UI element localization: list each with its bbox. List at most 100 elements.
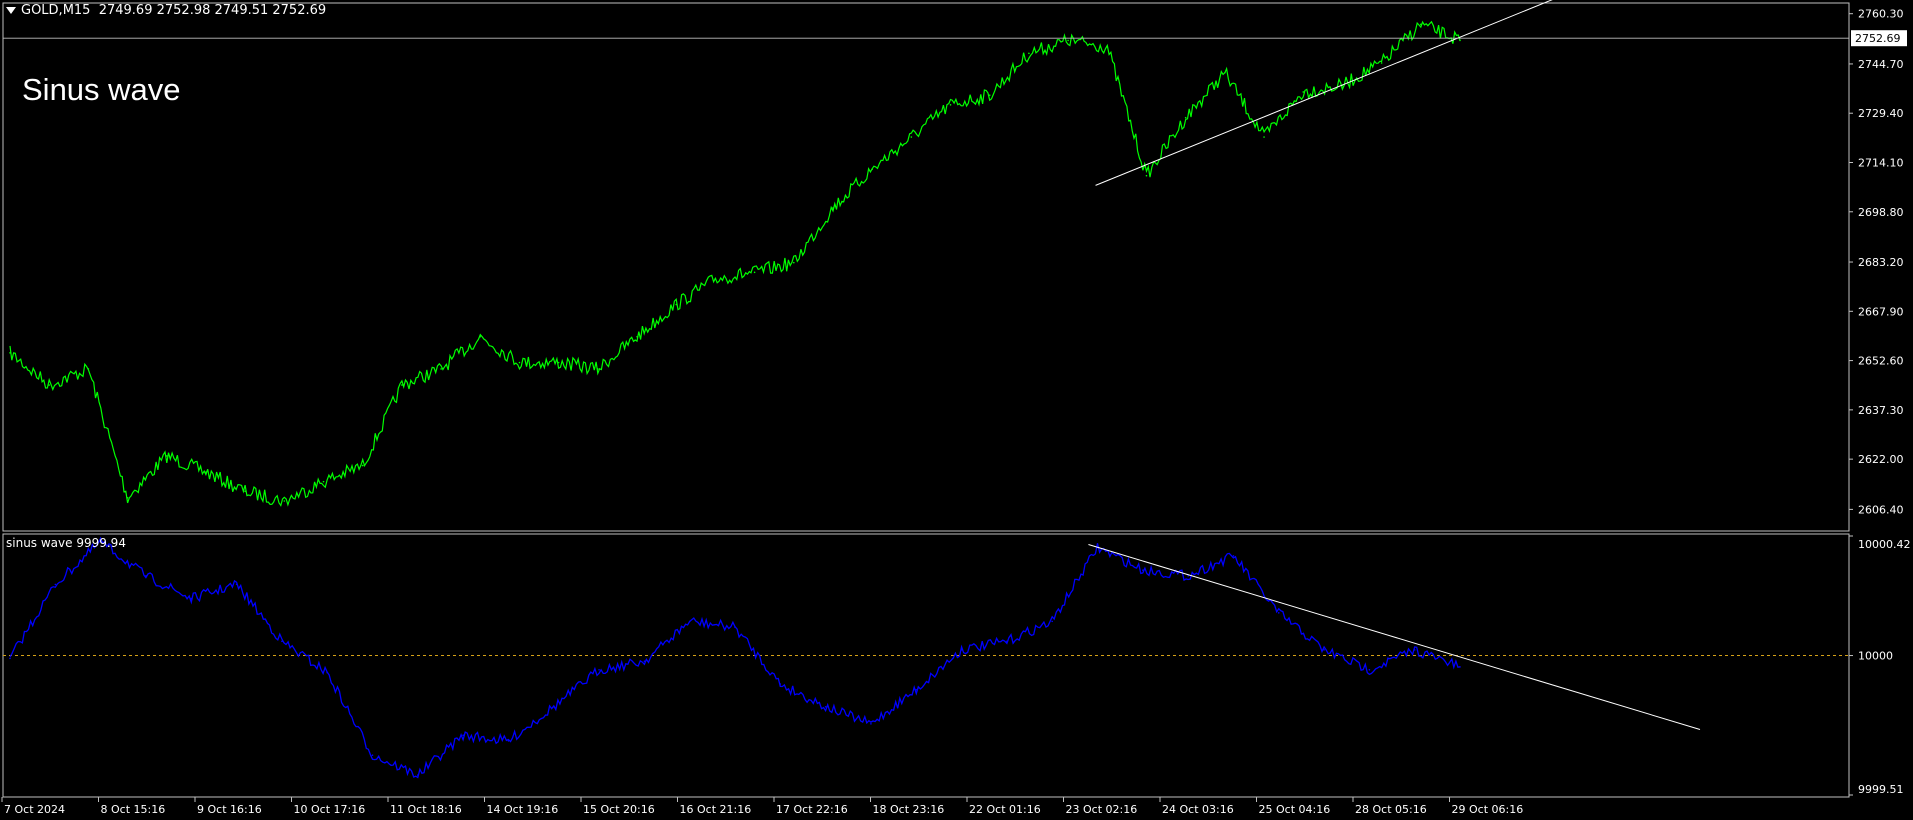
price-point [557, 361, 560, 364]
price-y-tick-label: 2729.40 [1858, 107, 1904, 120]
ohlc-values: 2749.69 2752.98 2749.51 2752.69 [98, 3, 327, 18]
price-point [1184, 116, 1187, 119]
x-tick-label: 28 Oct 05:16 [1355, 803, 1427, 816]
indicator-point [145, 575, 147, 577]
price-y-tick-label: 2667.90 [1858, 305, 1904, 318]
indicator-point [1413, 649, 1416, 651]
symbol-label: GOLD,M15 [21, 3, 91, 18]
indicator-point [54, 583, 57, 586]
indicator-y-tick-label: 10000 [1858, 650, 1893, 663]
chart-background [0, 0, 1913, 820]
price-y-tick-label: 2698.80 [1858, 206, 1904, 219]
price-y-tick-label: 2652.60 [1858, 355, 1904, 368]
price-point [1145, 174, 1148, 177]
indicator-point [507, 740, 510, 742]
price-point [910, 136, 913, 138]
price-point [1380, 62, 1383, 64]
price-y-tick-label: 2760.30 [1858, 8, 1904, 21]
collapse-triangle-icon[interactable] [6, 7, 16, 14]
indicator-point [598, 668, 600, 671]
indicator-point [734, 626, 736, 628]
price-point [597, 368, 599, 370]
indicator-point [1006, 640, 1008, 643]
price-point [361, 464, 364, 467]
price-point [636, 335, 638, 338]
indicator-y-tick-label: 9999.51 [1858, 783, 1904, 796]
indicator-point [462, 734, 464, 737]
price-y-tick-label: 2606.40 [1858, 503, 1904, 516]
price-point [322, 480, 325, 483]
indicator-point [1051, 620, 1053, 623]
x-tick-label: 22 Oct 01:16 [969, 803, 1041, 816]
price-y-tick-label: 2683.20 [1858, 256, 1904, 269]
x-tick-label: 25 Oct 04:16 [1259, 803, 1331, 816]
price-point [1224, 71, 1226, 74]
indicator-point [824, 705, 827, 708]
indicator-point [1232, 555, 1235, 557]
price-point [9, 352, 11, 354]
x-tick-label: 17 Oct 22:16 [776, 803, 848, 816]
indicator-point [190, 597, 193, 600]
price-y-tick-label: 2622.00 [1858, 453, 1904, 466]
indicator-point [779, 683, 782, 685]
indicator-point [643, 660, 646, 663]
x-tick-label: 23 Oct 02:16 [1066, 803, 1138, 816]
indicator-point [552, 705, 555, 708]
price-point [244, 490, 246, 493]
indicator-point [1323, 649, 1325, 651]
indicator-point [235, 583, 238, 586]
x-tick-label: 14 Oct 19:16 [487, 803, 559, 816]
price-point [832, 207, 834, 209]
price-point [205, 471, 207, 473]
indicator-point [1142, 569, 1144, 571]
x-tick-label: 18 Oct 23:16 [873, 803, 945, 816]
price-point [714, 277, 717, 280]
price-point [1420, 23, 1422, 26]
price-point [675, 303, 678, 306]
price-point [753, 271, 756, 274]
indicator-y-tick-label: 10000.42 [1858, 538, 1911, 551]
price-point [479, 335, 482, 338]
x-tick-label: 15 Oct 20:16 [583, 803, 655, 816]
x-tick-label: 9 Oct 16:16 [197, 803, 262, 816]
x-tick-label: 8 Oct 15:16 [101, 803, 166, 816]
indicator-point [1459, 666, 1461, 668]
indicator-point [326, 671, 328, 674]
x-tick-label: 11 Oct 18:16 [390, 803, 462, 816]
price-point [1106, 46, 1109, 48]
indicator-point [281, 640, 283, 643]
x-tick-label: 7 Oct 2024 [4, 803, 65, 816]
price-point [48, 384, 50, 386]
indicator-point [1368, 668, 1371, 671]
price-y-tick-label: 2744.70 [1858, 58, 1904, 71]
price-point [1302, 91, 1305, 93]
indicator-point [9, 657, 11, 660]
chart-overlay-title: Sinus wave [22, 72, 181, 107]
indicator-label: sinus wave 9999.94 [6, 536, 126, 550]
price-point [440, 368, 442, 370]
indicator-point [870, 723, 872, 725]
price-point [87, 368, 90, 370]
price-point [871, 168, 873, 171]
price-point [165, 455, 168, 457]
price-y-tick-label: 2637.30 [1858, 404, 1904, 417]
price-point [126, 496, 129, 499]
indicator-point [371, 754, 374, 756]
indicator-point [960, 649, 963, 651]
price-point [1459, 39, 1461, 42]
current-price-label: 2752.69 [1855, 32, 1901, 45]
price-point [1067, 39, 1069, 42]
price-point [283, 500, 286, 502]
price-point [1028, 52, 1030, 55]
price-point [792, 261, 795, 264]
x-tick-label: 16 Oct 21:16 [680, 803, 752, 816]
symbol-bar[interactable]: GOLD,M15 2749.69 2752.98 2749.51 2752.69 [6, 3, 326, 18]
indicator-point [1277, 612, 1280, 614]
indicator-point [915, 688, 918, 691]
x-tick-label: 29 Oct 06:16 [1452, 803, 1524, 816]
chart-canvas[interactable]: 2752.69 2760.30 2744.70 2729.40 2714.10 2698.… [0, 0, 1913, 820]
price-point [1263, 136, 1265, 138]
x-tick-label: 24 Oct 03:16 [1162, 803, 1234, 816]
indicator-point [417, 774, 419, 776]
price-point [988, 94, 991, 96]
